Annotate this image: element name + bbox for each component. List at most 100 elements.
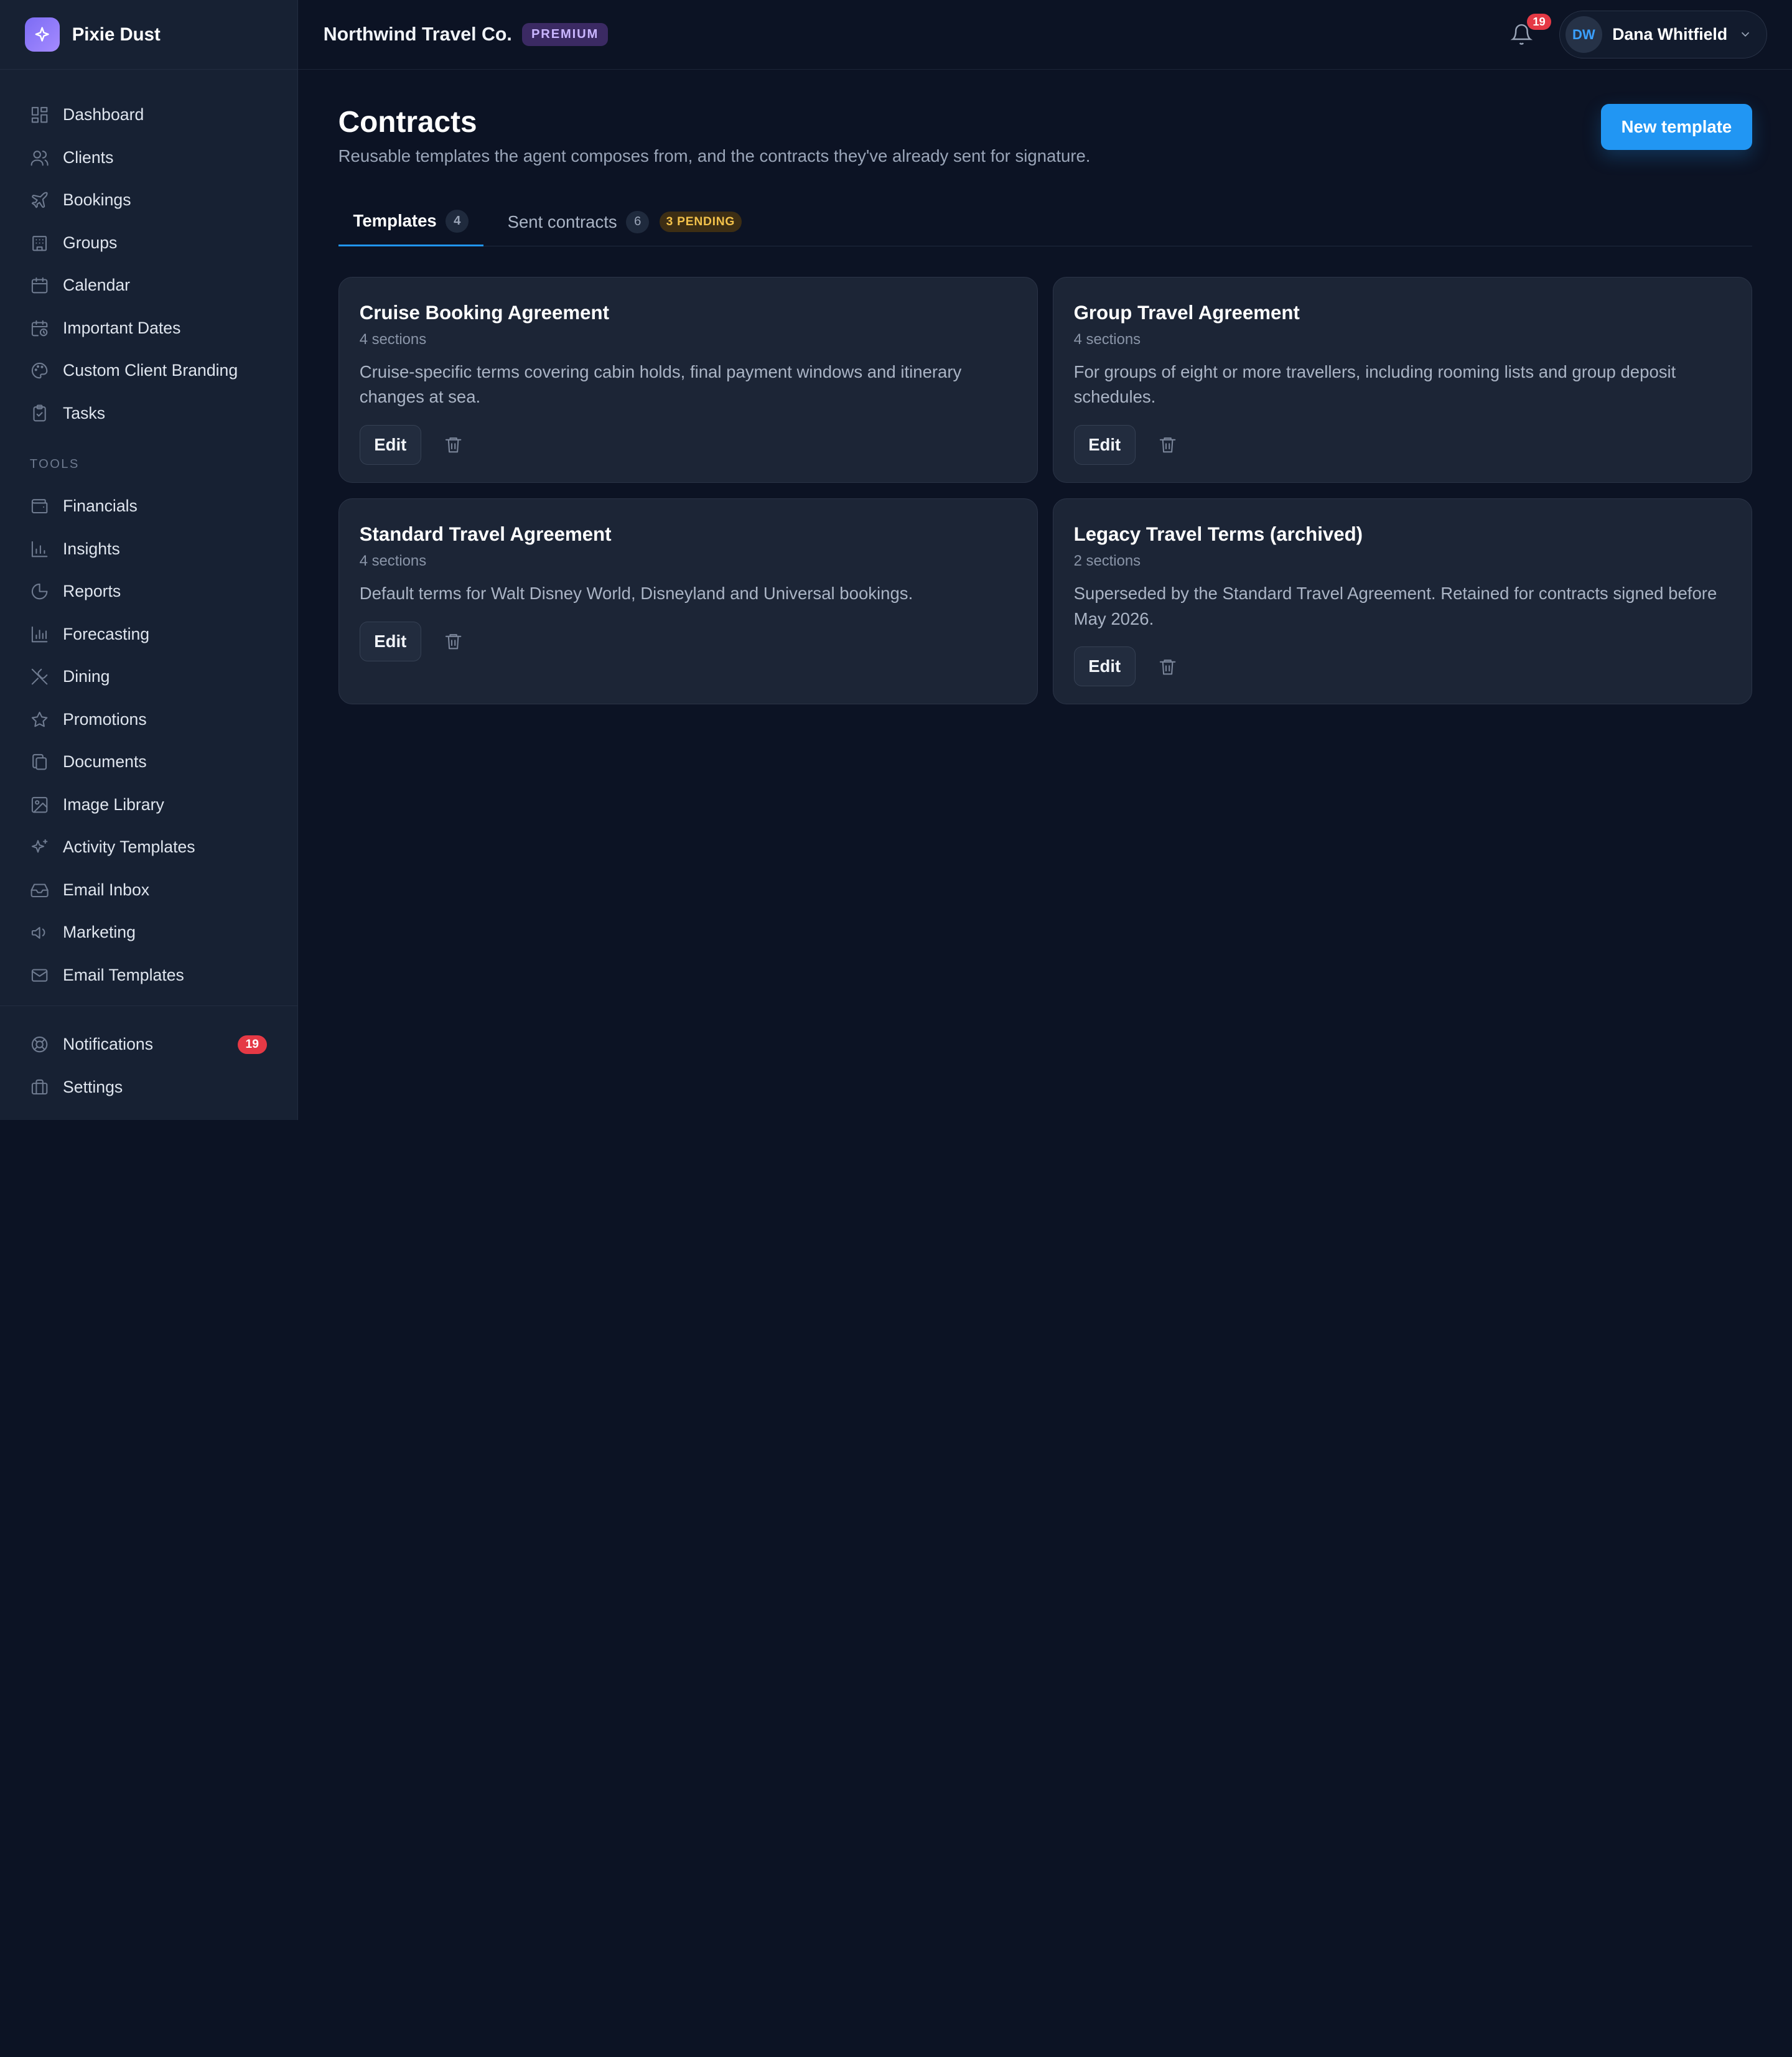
topbar-actions: 19 DW Dana Whitfield [1505, 10, 1767, 59]
plane-icon [31, 192, 48, 208]
inbox-icon [30, 884, 49, 897]
notifications-button[interactable]: 19 [1505, 14, 1551, 52]
sidebar-item-custom-client-branding[interactable]: Custom Client Branding [0, 350, 297, 393]
notification-badge: 19 [1527, 14, 1551, 30]
sidebar-item-tasks[interactable]: Tasks [0, 392, 297, 435]
sidebar-item-dashboard[interactable]: Dashboard [0, 94, 297, 137]
sidebar-item-label: Groups [63, 233, 118, 252]
sidebar-item-email-templates[interactable]: Email Templates [0, 954, 297, 997]
edit-button[interactable]: Edit [1073, 424, 1136, 465]
sidebar-item-label: Notifications [63, 1035, 154, 1054]
sidebar-item-documents[interactable]: Documents [0, 740, 297, 783]
sidebar-item-activity-templates[interactable]: Activity Templates [0, 826, 297, 869]
sparkle-logo-icon [25, 17, 60, 52]
delete-button[interactable] [442, 630, 465, 653]
sidebar-item-label: Activity Templates [63, 837, 195, 857]
sidebar-item-reports[interactable]: Reports [0, 570, 297, 613]
template-description: Cruise-specific terms covering cabin hol… [359, 362, 962, 407]
edit-button[interactable]: Edit [359, 424, 421, 465]
template-title: Legacy Travel Terms (archived) [1073, 523, 1363, 545]
user-name: Dana Whitfield [1612, 25, 1728, 44]
sidebar-item-insights[interactable]: Insights [0, 528, 297, 571]
tab-label: Templates [353, 211, 437, 231]
sidebar-item-label: Tasks [63, 403, 106, 422]
edit-button[interactable]: Edit [1073, 646, 1136, 687]
template-section-count: 4 sections [359, 330, 427, 348]
delete-button[interactable] [442, 434, 465, 457]
delete-button[interactable] [1156, 655, 1179, 678]
user-menu-button[interactable]: DW Dana Whitfield [1559, 10, 1767, 59]
sidebar-item-image-library[interactable]: Image Library [0, 783, 297, 826]
template-grid: Cruise Booking Agreement 4 sections Crui… [338, 277, 1752, 704]
template-card: Cruise Booking Agreement 4 sections Crui… [338, 277, 1038, 483]
sidebar-item-calendar[interactable]: Calendar [0, 264, 297, 307]
page-header: Contracts Reusable templates the agent c… [338, 104, 1752, 166]
template-section-count: 2 sections [1073, 552, 1141, 569]
contract-tabs: Templates 4 Sent contracts 6 3 PENDING [338, 198, 1752, 246]
template-title: Group Travel Agreement [1073, 301, 1300, 324]
sidebar-item-label: Settings [63, 1077, 123, 1096]
sidebar-item-label: Email Inbox [63, 880, 150, 899]
app-shell: Pixie Dust Dashboard Clients Bookings Gr… [0, 0, 1792, 1120]
plan-badge: PREMIUM [522, 22, 608, 47]
template-card: Group Travel Agreement 4 sections For gr… [1052, 277, 1752, 483]
clipboard-check-icon [33, 404, 46, 422]
sidebar-item-settings[interactable]: Settings [0, 1066, 297, 1109]
template-title: Standard Travel Agreement [359, 523, 612, 545]
sidebar-item-forecasting[interactable]: Forecasting [0, 613, 297, 656]
sidebar-item-important-dates[interactable]: Important Dates [0, 307, 297, 350]
pending-badge: 3 PENDING [659, 212, 742, 233]
tab-templates[interactable]: Templates 4 [338, 198, 484, 246]
page-title: Contracts [338, 105, 477, 139]
sidebar-item-groups[interactable]: Groups [0, 222, 297, 264]
app-name: Pixie Dust [72, 24, 161, 45]
chevron-down-icon [1742, 32, 1750, 37]
sidebar-item-label: Promotions [63, 709, 147, 729]
sidebar-item-label: Clients [63, 147, 114, 167]
page-subtitle: Reusable templates the agent composes fr… [338, 146, 1091, 166]
template-description: Superseded by the Standard Travel Agreem… [1073, 584, 1717, 628]
megaphone-icon [31, 926, 45, 939]
sidebar-item-marketing[interactable]: Marketing [0, 911, 297, 954]
sidebar-item-label: Dining [63, 667, 110, 686]
tab-count-badge: 4 [446, 210, 469, 233]
template-actions: Edit [1073, 424, 1731, 465]
template-description: Default terms for Walt Disney World, Dis… [359, 584, 913, 604]
avatar: DW [1565, 16, 1602, 53]
sidebar-item-label: Reports [63, 582, 121, 601]
users-icon [30, 150, 49, 166]
template-card: Legacy Travel Terms (archived) 2 section… [1052, 498, 1752, 704]
sidebar-item-notifications[interactable]: Notifications 19 [0, 1024, 297, 1066]
sidebar-nav: Dashboard Clients Bookings Groups Calend… [0, 70, 297, 1005]
dashboard-icon [31, 107, 48, 123]
sidebar-item-label: Marketing [63, 923, 136, 942]
trash-icon [445, 634, 462, 650]
sidebar-item-promotions[interactable]: Promotions [0, 698, 297, 741]
template-description: For groups of eight or more travellers, … [1073, 362, 1676, 407]
calendar-clock-icon [31, 320, 48, 337]
trash-icon [1159, 659, 1175, 674]
sidebar-item-financials[interactable]: Financials [0, 485, 297, 528]
new-template-button[interactable]: New template [1601, 104, 1752, 150]
bar-chart-icon [31, 541, 48, 557]
mail-icon [31, 969, 48, 982]
sidebar-item-clients[interactable]: Clients [0, 136, 297, 179]
brand[interactable]: Pixie Dust [0, 0, 298, 70]
sidebar-item-bookings[interactable]: Bookings [0, 179, 297, 222]
sidebar-item-label: Email Templates [63, 965, 184, 984]
image-icon [31, 796, 48, 813]
sidebar-item-label: Image Library [63, 795, 164, 814]
delete-button[interactable] [1156, 434, 1179, 457]
trash-icon [1159, 437, 1175, 453]
edit-button[interactable]: Edit [359, 621, 421, 661]
sidebar-item-label: Documents [63, 752, 147, 772]
sidebar-item-label: Bookings [63, 190, 131, 210]
main-area: Northwind Travel Co. PREMIUM 19 DW Dana … [298, 0, 1792, 1120]
tab-sent-contracts[interactable]: Sent contracts 6 3 PENDING [493, 198, 757, 246]
sidebar-item-label: Forecasting [63, 624, 150, 643]
sidebar-item-email-inbox[interactable]: Email Inbox [0, 869, 297, 912]
organization-name: Northwind Travel Co. [323, 24, 512, 45]
sidebar-item-dining[interactable]: Dining [0, 655, 297, 698]
sidebar-footer: Notifications 19 Settings [0, 1005, 298, 1120]
sparkles-icon [31, 839, 48, 853]
